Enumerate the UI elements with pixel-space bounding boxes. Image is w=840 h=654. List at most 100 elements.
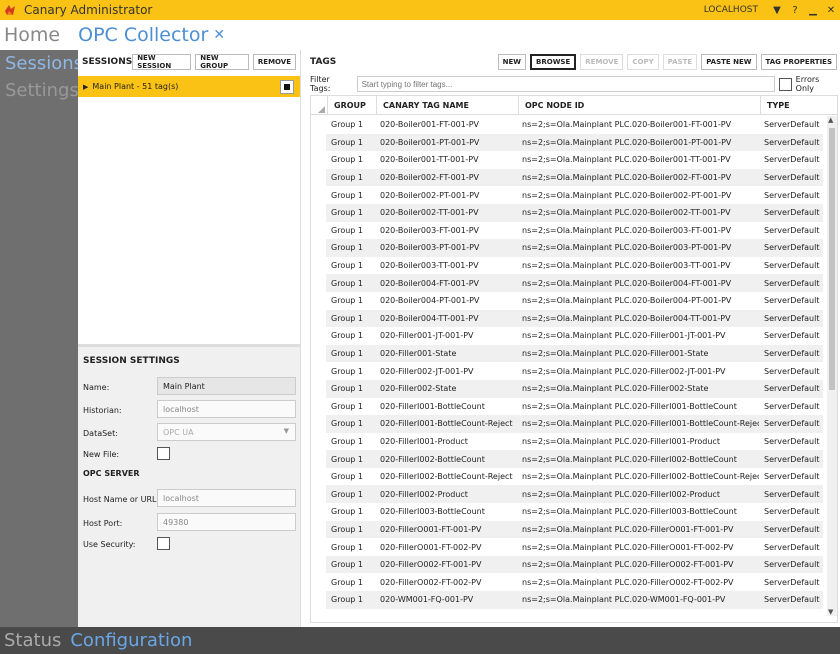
table-row[interactable]: Group 1 020-FillerI002-Product ns=2;s=Ola.…: [326, 485, 823, 504]
new-group-button[interactable]: NEW GROUP: [195, 54, 249, 70]
table-row[interactable]: Group 1 020-Filler002-JT-001-PV ns=2;s=Ola…: [326, 362, 823, 380]
tag-properties-button[interactable]: TAG PROPERTIES: [760, 54, 837, 70]
cell-opc-node-id: ns=2;s=Ola.Mainplant PLC.020-FillerI001-…: [522, 419, 759, 429]
port-label: Host Port:: [83, 519, 123, 528]
close-icon[interactable]: ✕: [822, 5, 840, 16]
column-header-canary-tag-name[interactable]: CANARY TAG NAME: [376, 96, 518, 115]
cell-type: ServerDefault: [764, 225, 820, 235]
browse-button[interactable]: BROWSE: [530, 54, 577, 70]
dataset-select[interactable]: OPC UA ▼: [157, 423, 296, 441]
table-row[interactable]: Group 1 020-FillerI002-BottleCount-Reject…: [326, 468, 823, 486]
table-row[interactable]: Group 1 020-Boiler003-TT-001-PV ns=2;s=Ola…: [326, 257, 823, 275]
expand-arrow-icon[interactable]: ▶: [83, 83, 88, 91]
cell-opc-node-id: ns=2;s=Ola.Mainplant PLC.020-Boiler003-P…: [522, 243, 732, 253]
filter-tags-input[interactable]: [356, 76, 775, 92]
table-row[interactable]: Group 1 020-Boiler002-TT-001-PV ns=2;s=Ola…: [326, 203, 823, 222]
table-row[interactable]: Group 1 020-Boiler001-PT-001-PV ns=2;s=Ola…: [326, 133, 823, 152]
scroll-down-icon[interactable]: ▼: [828, 608, 833, 616]
table-row[interactable]: Group 1 020-Filler001-JT-001-PV ns=2;s=Ola…: [326, 327, 823, 345]
paste-button[interactable]: PASTE: [662, 54, 698, 70]
cell-opc-node-id: ns=2;s=Ola.Mainplant PLC.020-Boiler002-T…: [522, 208, 731, 218]
table-row[interactable]: Group 1 020-Boiler003-PT-001-PV ns=2;s=Ola…: [326, 239, 823, 257]
cell-opc-node-id: ns=2;s=Ola.Mainplant PLC.020-Boiler002-P…: [522, 190, 732, 200]
title-bar: Canary Administrator LOCALHOST ▼ ? ▁ ✕: [0, 0, 840, 20]
table-row[interactable]: Group 1 020-Boiler002-FT-001-PV ns=2;s=Ola…: [326, 168, 823, 187]
cell-opc-node-id: ns=2;s=Ola.Mainplant PLC.020-Filler001-J…: [522, 331, 726, 341]
column-header-opc-node-id[interactable]: OPC NODE ID: [518, 96, 760, 115]
stop-session-button[interactable]: [280, 79, 294, 94]
historian-field[interactable]: localhost: [157, 400, 296, 418]
cell-group: Group 1: [331, 384, 363, 394]
host-field[interactable]: localhost: [157, 489, 296, 507]
scroll-up-icon[interactable]: ▲: [828, 116, 833, 124]
table-row[interactable]: Group 1 020-FillerO001-FT-002-PV ns=2;s=Ol…: [326, 538, 823, 556]
nav-item-settings[interactable]: Settings: [0, 77, 79, 104]
new-tag-button[interactable]: NEW: [497, 54, 527, 70]
cell-opc-node-id: ns=2;s=Ola.Mainplant PLC.020-Boiler001-F…: [522, 120, 732, 130]
cell-group: Group 1: [331, 524, 363, 534]
help-icon[interactable]: ?: [786, 5, 804, 16]
cell-type: ServerDefault: [764, 331, 820, 341]
port-field[interactable]: 49380: [157, 513, 296, 531]
table-row[interactable]: Group 1 020-Boiler004-FT-001-PV ns=2;s=Ola…: [326, 274, 823, 292]
chevron-down-icon[interactable]: ▼: [768, 5, 786, 16]
minimize-icon[interactable]: ▁: [804, 5, 822, 16]
table-row[interactable]: Group 1 020-Boiler001-FT-001-PV ns=2;s=Ola…: [326, 116, 823, 134]
tab-status[interactable]: Status: [4, 630, 61, 651]
tab-configuration[interactable]: Configuration: [70, 630, 192, 651]
new-file-checkbox[interactable]: [157, 447, 170, 460]
column-header-type[interactable]: TYPE: [760, 96, 837, 115]
cell-group: Group 1: [331, 225, 363, 235]
table-row[interactable]: Group 1 020-Boiler003-FT-001-PV ns=2;s=Ola…: [326, 222, 823, 240]
paste-new-button[interactable]: PASTE NEW: [701, 54, 757, 70]
server-selector[interactable]: LOCALHOST: [704, 5, 758, 15]
table-row[interactable]: Group 1 020-FillerI001-BottleCount-Reject…: [326, 415, 823, 433]
table-row[interactable]: Group 1 020-FillerI003-BottleCount ns=2;s=…: [326, 503, 823, 521]
table-row[interactable]: Group 1 020-Boiler004-PT-001-PV ns=2;s=Ola…: [326, 292, 823, 310]
tab-home[interactable]: Home: [4, 24, 60, 46]
cell-type: ServerDefault: [764, 542, 820, 552]
table-row[interactable]: Group 1 020-FillerO002-FT-001-PV ns=2;s=Ol…: [326, 555, 823, 574]
select-all-corner[interactable]: [311, 96, 327, 115]
table-row[interactable]: Group 1 020-FillerO002-FT-002-PV ns=2;s=Ol…: [326, 573, 823, 591]
copy-button[interactable]: COPY: [627, 54, 659, 70]
new-session-button[interactable]: NEW SESSION: [132, 54, 192, 70]
cell-opc-node-id: ns=2;s=Ola.Mainplant PLC.020-FillerO002-…: [522, 560, 734, 570]
cell-group: Group 1: [331, 366, 363, 376]
historian-label: Historian:: [83, 406, 122, 415]
table-row[interactable]: Group 1 020-FillerI002-BottleCount ns=2;s=…: [326, 450, 823, 468]
cell-type: ServerDefault: [764, 137, 820, 147]
session-item-main-plant[interactable]: ▶ Main Plant - 51 tag(s): [78, 76, 300, 97]
canary-logo-icon: [0, 0, 20, 20]
table-row[interactable]: Group 1 020-FillerO001-FT-001-PV ns=2;s=Ol…: [326, 520, 823, 539]
tags-title: TAGS: [310, 57, 337, 67]
tab-opc-collector[interactable]: OPC Collector: [78, 24, 208, 46]
cell-canary-tag-name: 020-Boiler004-FT-001-PV: [380, 278, 480, 288]
table-row[interactable]: Group 1 020-Filler001-State ns=2;s=Ola.Mai…: [326, 344, 823, 363]
cell-canary-tag-name: 020-FillerI002-BottleCount: [380, 454, 485, 464]
vertical-scroll-thumb[interactable]: [829, 128, 835, 390]
cell-type: ServerDefault: [764, 296, 820, 306]
table-row[interactable]: Group 1 020-WM001-FQ-001-PV ns=2;s=Ola.Mai…: [326, 591, 823, 609]
column-header-group[interactable]: GROUP: [327, 96, 376, 115]
cell-canary-tag-name: 020-FillerI002-Product: [380, 489, 468, 499]
vertical-scrollbar[interactable]: ▲ ▼: [827, 116, 837, 616]
table-row[interactable]: Group 1 020-Boiler002-PT-001-PV ns=2;s=Ola…: [326, 186, 823, 204]
cell-group: Group 1: [331, 507, 363, 517]
table-row[interactable]: Group 1 020-Filler002-State ns=2;s=Ola.Mai…: [326, 379, 823, 398]
table-row[interactable]: Group 1 020-FillerI001-BottleCount ns=2;s=…: [326, 398, 823, 416]
tab-close-icon[interactable]: ✕: [213, 27, 225, 43]
session-settings-title: SESSION SETTINGS: [83, 356, 180, 366]
name-field[interactable]: Main Plant: [157, 377, 296, 395]
remove-session-button[interactable]: REMOVE: [252, 54, 296, 70]
cell-type: ServerDefault: [764, 472, 820, 482]
nav-item-sessions[interactable]: Sessions: [0, 50, 83, 77]
cell-canary-tag-name: 020-Filler002-State: [380, 384, 457, 394]
errors-only-checkbox[interactable]: [778, 77, 792, 91]
table-row[interactable]: Group 1 020-Boiler001-TT-001-PV ns=2;s=Ola…: [326, 151, 823, 169]
table-row[interactable]: Group 1 020-FillerI001-Product ns=2;s=Ola.…: [326, 433, 823, 451]
use-security-checkbox[interactable]: [157, 537, 170, 550]
table-row[interactable]: Group 1 020-Boiler004-TT-001-PV ns=2;s=Ola…: [326, 309, 823, 328]
left-nav: Sessions Settings: [0, 50, 83, 627]
remove-tag-button[interactable]: REMOVE: [580, 54, 624, 70]
